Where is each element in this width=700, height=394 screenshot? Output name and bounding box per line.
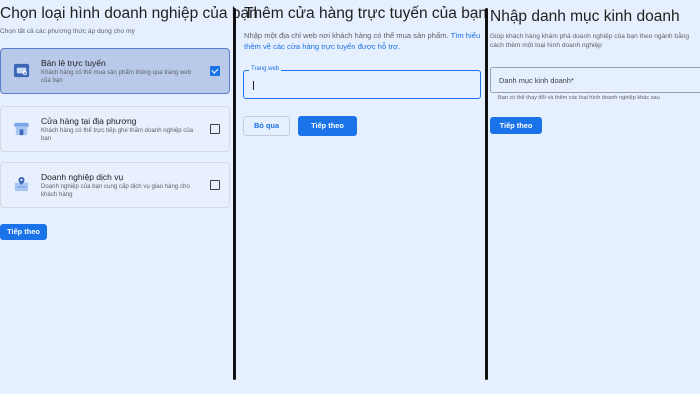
online-store-icon xyxy=(13,63,30,78)
option-label: Doanh nghiệp dịch vụ xyxy=(41,172,124,182)
checkbox-checked[interactable] xyxy=(210,66,220,76)
page-subtitle: Chọn tất cả các phương thức áp dụng cho … xyxy=(0,28,135,35)
storefront-icon xyxy=(13,122,30,136)
page-title: Chọn loại hình doanh nghiệp của bạn xyxy=(0,5,258,22)
page-description: Nhập một địa chỉ web nơi khách hàng có t… xyxy=(244,30,484,52)
website-field[interactable]: Trang web xyxy=(243,66,481,99)
option-label: Bán lẻ trực tuyến xyxy=(41,58,106,68)
page-description: Giúp khách hàng khám phá doanh nghiệp củ… xyxy=(490,33,690,49)
online-store-panel: Thêm cửa hàng trực tuyến của bạn Nhập mộ… xyxy=(236,0,488,394)
business-category-panel: Nhập danh mục kinh doanh Giúp khách hàng… xyxy=(488,0,700,394)
checkbox-unchecked[interactable] xyxy=(210,180,220,190)
next-button[interactable]: Tiếp theo xyxy=(490,117,542,134)
page-title: Thêm cửa hàng trực tuyến của bạn xyxy=(244,5,488,22)
option-local-store[interactable]: Cửa hàng tại địa phương Khách hàng có th… xyxy=(0,106,230,152)
description-text: Nhập một địa chỉ web nơi khách hàng có t… xyxy=(244,31,451,40)
business-category-label: Danh mục kinh doanh* xyxy=(499,76,574,85)
option-description: Khách hàng có thể trực tiếp ghé thăm doa… xyxy=(41,127,194,142)
next-button[interactable]: Tiếp theo xyxy=(298,116,357,136)
website-field-label: Trang web xyxy=(249,66,282,72)
checkbox-unchecked[interactable] xyxy=(210,124,220,134)
helper-text: Bạn có thể thay đổi và thêm các loại hìn… xyxy=(498,95,660,101)
next-button[interactable]: Tiếp theo xyxy=(0,224,47,240)
text-cursor xyxy=(253,81,254,90)
option-label: Cửa hàng tại địa phương xyxy=(41,116,137,126)
business-type-panel: Chọn loại hình doanh nghiệp của bạn Chọn… xyxy=(0,0,258,394)
page-title: Nhập danh mục kinh doanh xyxy=(490,8,680,25)
service-area-icon xyxy=(14,176,29,192)
option-description: Doanh nghiệp của bạn cung cấp dịch vụ gi… xyxy=(41,183,190,198)
option-description: Khách hàng có thể mua sản phẩm thông qua… xyxy=(41,69,192,84)
option-service-business[interactable]: Doanh nghiệp dịch vụ Doanh nghiệp của bạ… xyxy=(0,162,230,208)
option-online-retail[interactable]: Bán lẻ trực tuyến Khách hàng có thể mua … xyxy=(0,48,230,94)
skip-button[interactable]: Bỏ qua xyxy=(243,116,290,136)
business-category-field[interactable]: Danh mục kinh doanh* xyxy=(490,67,700,93)
